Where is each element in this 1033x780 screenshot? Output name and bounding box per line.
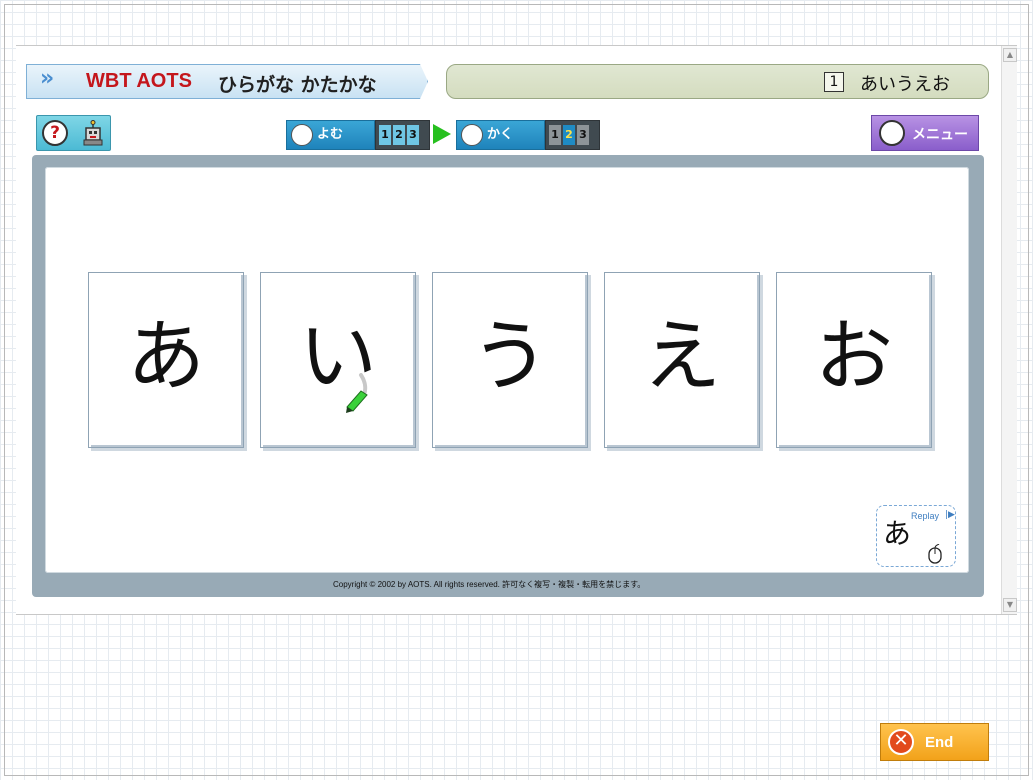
help-icon: ?	[42, 120, 68, 146]
replay-button[interactable]: Replay |▶ あ	[876, 505, 956, 567]
char-o: お	[814, 312, 893, 402]
char-e: え	[642, 312, 721, 402]
double-chevron-icon: »	[40, 66, 54, 91]
next-arrow-icon	[433, 124, 451, 144]
scroll-up-button[interactable]: ▲	[1003, 48, 1017, 62]
write-steps: 1 2 3	[545, 120, 600, 150]
read-mode-label: よむ	[317, 127, 344, 142]
write-step-3[interactable]: 3	[577, 125, 589, 145]
char-card-i[interactable]: い	[260, 272, 416, 448]
char-u: う	[470, 312, 549, 402]
read-mode-button[interactable]: よむ	[286, 120, 375, 150]
end-button[interactable]: ✕ End	[880, 723, 989, 761]
replay-play-icon: |▶	[945, 510, 955, 520]
write-step-1[interactable]: 1	[549, 125, 561, 145]
end-label: End	[925, 734, 954, 751]
replay-char: あ	[883, 517, 912, 550]
char-card-o[interactable]: お	[776, 272, 932, 448]
pencil-icon	[461, 124, 483, 146]
menu-button[interactable]: メニュー	[871, 115, 979, 151]
lesson-number: 1	[824, 72, 844, 92]
read-step-3[interactable]: 3	[407, 125, 419, 145]
read-step-1[interactable]: 1	[379, 125, 391, 145]
write-mode-label: かく	[487, 127, 514, 142]
char-i: い	[298, 312, 377, 402]
char-a: あ	[126, 312, 205, 402]
close-x-icon: ✕	[888, 729, 914, 755]
mouse-icon	[928, 544, 942, 564]
app-brand: WBT AOTS	[86, 70, 192, 92]
replay-label: Replay	[911, 511, 940, 521]
write-step-2[interactable]: 2	[563, 125, 575, 145]
menu-icon	[879, 120, 905, 146]
lesson-name: あいうえお	[860, 74, 950, 95]
copyright-text: Copyright © 2002 by AOTS. All rights res…	[333, 580, 646, 589]
read-steps: 1 2 3	[375, 120, 430, 150]
robot-icon	[83, 120, 103, 146]
book-icon	[291, 124, 313, 146]
menu-label: メニュー	[912, 127, 968, 143]
help-button[interactable]: ?	[36, 115, 111, 151]
char-card-e[interactable]: え	[604, 272, 760, 448]
app-subtitle: ひらがな かたかな	[218, 74, 377, 96]
read-step-2[interactable]: 2	[393, 125, 405, 145]
write-mode-button[interactable]: かく	[456, 120, 545, 150]
pencil-cursor-icon	[346, 373, 368, 413]
char-card-a[interactable]: あ	[88, 272, 244, 448]
scroll-down-button[interactable]: ▼	[1003, 598, 1017, 612]
char-card-u[interactable]: う	[432, 272, 588, 448]
vertical-scrollbar[interactable]: ▲ ▼	[1001, 46, 1017, 614]
